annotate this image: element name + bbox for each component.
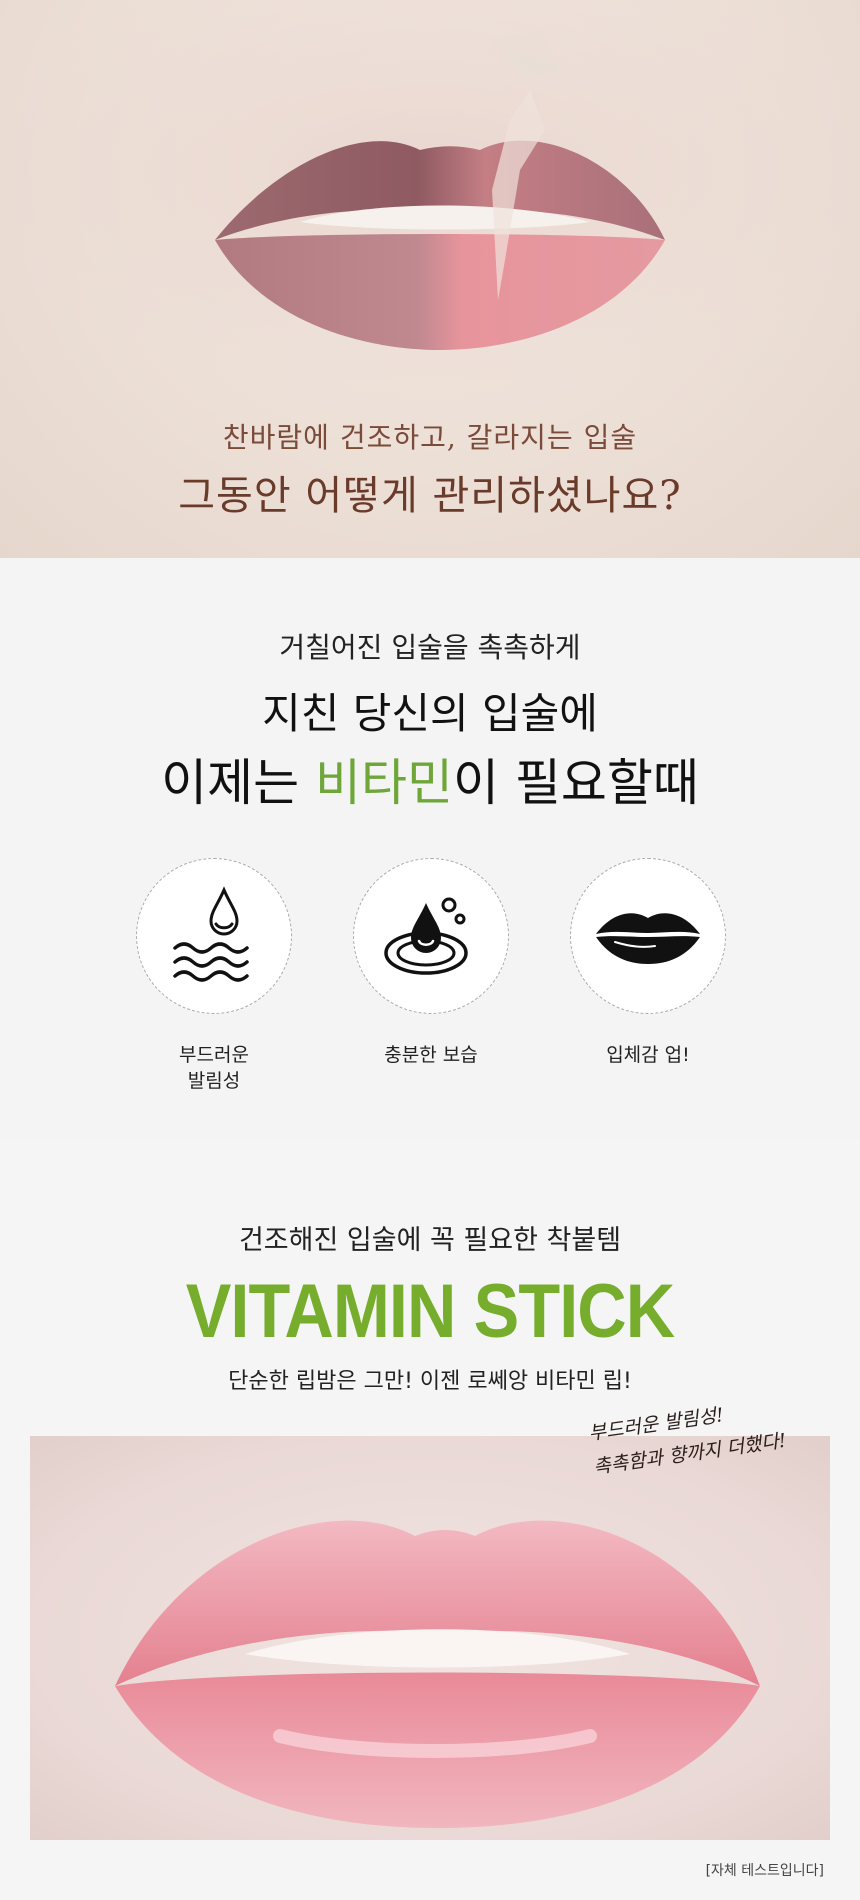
feature-circle	[353, 858, 509, 1014]
intro-headline: 그동안 어떻게 관리하셨나요?	[178, 473, 682, 519]
feature-circle	[136, 858, 292, 1014]
vitamin-highlight: 비타민	[315, 754, 453, 812]
water-drop-waves-icon	[173, 886, 249, 982]
feature-label-line1: 입체감 업!	[606, 1044, 690, 1066]
feature-smooth-application: 부드러운발림성	[136, 858, 292, 1094]
healthy-lips-illustration	[115, 1520, 760, 1828]
product-tagline: 단순한 립밤은 그만! 이젠 로쎄앙 비타민 립!	[228, 1369, 632, 1394]
drop-splash-icon	[384, 897, 468, 975]
feature-label-line2: 발림성	[187, 1070, 241, 1092]
dry-lips-image	[0, 0, 860, 380]
feature-circle	[570, 858, 726, 1014]
vitamin-stick-section: 건조해진 입술에 꼭 필요한 착붙템 VITAMIN STICK 단순한 립밤은…	[0, 1138, 860, 1900]
lips-icon	[596, 913, 700, 964]
need-line2: 지친 당신의 입술에	[262, 689, 598, 738]
product-pre-title: 건조해진 입술에 꼭 필요한 착붙템	[238, 1225, 622, 1256]
need-line1: 거칠어진 입술을 촉촉하게	[279, 631, 581, 664]
feature-moisture: 충분한 보습	[353, 858, 509, 1068]
feature-label: 부드러운발림성	[136, 1042, 292, 1094]
product-detail-page: 찬바람에 건조하고, 갈라지는 입술 그동안 어떻게 관리하셨나요? 거칠어진 …	[0, 0, 860, 1900]
feature-label: 충분한 보습	[353, 1042, 509, 1068]
healthy-lips-image	[30, 1436, 830, 1840]
need-line3-after: 이 필요할때	[453, 754, 699, 812]
intro-subtitle: 찬바람에 건조하고, 갈라지는 입술	[222, 421, 638, 454]
product-title: VITAMIN STICK	[185, 1269, 676, 1354]
feature-label: 입체감 업!	[570, 1042, 726, 1068]
need-line3-before: 이제는	[161, 754, 315, 812]
feature-label-line1: 부드러운	[179, 1044, 249, 1066]
test-disclaimer: [자체 테스트입니다]	[705, 1863, 824, 1879]
feature-label-line1: 충분한 보습	[384, 1044, 478, 1066]
feature-volume: 입체감 업!	[570, 858, 726, 1068]
vitamin-need-section: 거칠어진 입술을 촉촉하게 지친 당신의 입술에 이제는 비타민이 필요할때 부…	[0, 558, 860, 1138]
need-line3: 이제는 비타민이 필요할때	[0, 743, 860, 815]
dry-lips-section: 찬바람에 건조하고, 갈라지는 입술 그동안 어떻게 관리하셨나요?	[0, 0, 860, 558]
